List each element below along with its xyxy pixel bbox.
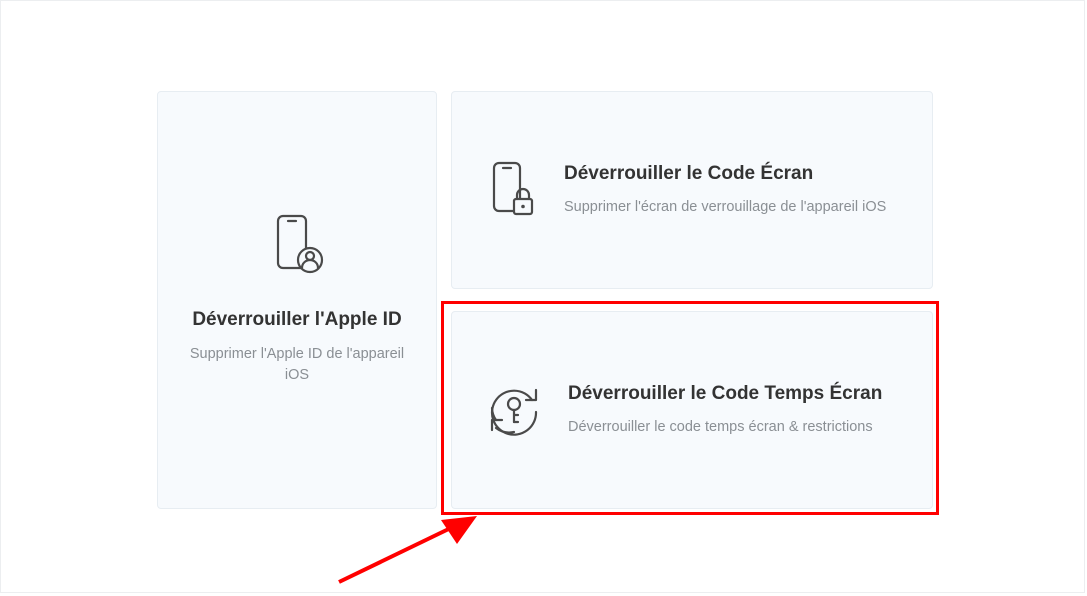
app-window: Déverrouiller l'Apple ID Supprimer l'App… xyxy=(0,0,1085,593)
card-subtitle: Supprimer l'écran de verrouillage de l'a… xyxy=(564,197,892,218)
card-subtitle: Déverrouiller le code temps écran & rest… xyxy=(568,417,892,438)
key-refresh-icon xyxy=(486,382,542,438)
right-column: Déverrouiller le Code Écran Supprimer l'… xyxy=(451,91,933,511)
unlock-screen-code-card[interactable]: Déverrouiller le Code Écran Supprimer l'… xyxy=(451,91,933,289)
card-title: Déverrouiller l'Apple ID xyxy=(186,308,408,332)
unlock-screentime-card[interactable]: Déverrouiller le Code Temps Écran Déverr… xyxy=(451,311,933,509)
unlock-apple-id-card[interactable]: Déverrouiller l'Apple ID Supprimer l'App… xyxy=(157,91,437,509)
phone-user-icon xyxy=(268,214,326,276)
options-grid: Déverrouiller l'Apple ID Supprimer l'App… xyxy=(157,91,933,511)
card-subtitle: Supprimer l'Apple ID de l'appareil iOS xyxy=(186,344,408,386)
phone-lock-icon xyxy=(486,161,538,219)
card-title: Déverrouiller le Code Temps Écran xyxy=(568,382,892,406)
left-column: Déverrouiller l'Apple ID Supprimer l'App… xyxy=(157,91,437,509)
card-title: Déverrouiller le Code Écran xyxy=(564,162,892,186)
annotation-arrow-icon xyxy=(329,506,489,586)
